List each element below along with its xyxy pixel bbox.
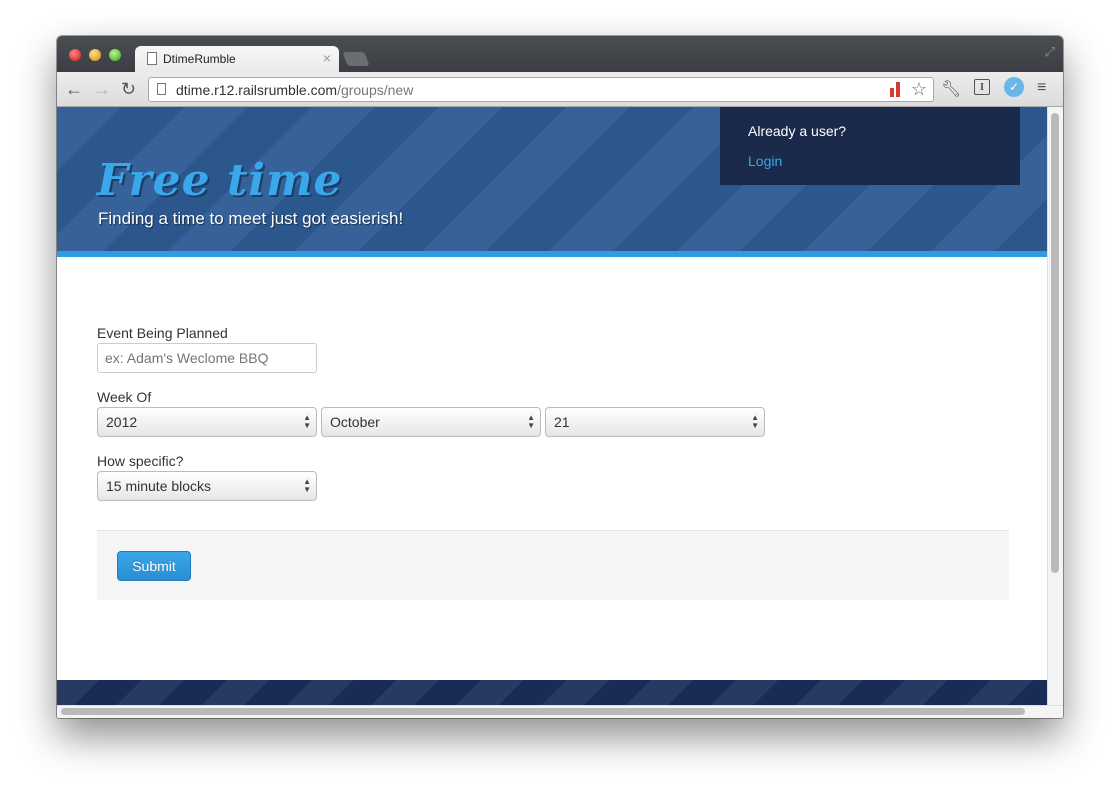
page-icon [147,52,157,65]
login-prompt: Already a user? [748,123,847,139]
event-label: Event Being Planned [97,325,228,341]
specific-select[interactable]: 15 minute blocks ▲ ▼ [97,471,317,501]
extension-icon[interactable]: ✓ [1004,77,1024,97]
month-value: October [330,414,380,430]
day-select[interactable]: 21 ▲ ▼ [545,407,765,437]
fullscreen-icon[interactable]: ⤢ [1045,44,1055,60]
vertical-scrollbar[interactable] [1047,107,1063,705]
tab-title: DtimeRumble [163,52,236,66]
specific-label: How specific? [97,453,184,469]
select-arrows-icon: ▲ ▼ [751,413,759,430]
login-link[interactable]: Login [748,153,782,169]
site-header: Free time Finding a time to meet just go… [57,107,1047,257]
page-icon [157,83,166,95]
year-select[interactable]: 2012 ▲ ▼ [97,407,317,437]
page-viewport: Free time Finding a time to meet just go… [57,107,1047,705]
address-bar[interactable]: dtime.r12.railsrumble.com/groups/new ☆ [148,77,934,102]
form-actions: Submit [97,530,1009,600]
site-logo[interactable]: Free time [97,155,343,206]
day-value: 21 [554,414,570,430]
tab-close-icon[interactable]: × [323,50,331,66]
url-text[interactable]: dtime.r12.railsrumble.com/groups/new [176,82,413,98]
vertical-scroll-thumb[interactable] [1051,113,1059,573]
year-value: 2012 [106,414,138,430]
reload-icon[interactable]: ↻ [121,79,136,100]
minimize-window-button[interactable] [89,49,101,61]
url-path: /groups/new [337,82,414,98]
week-label: Week Of [97,389,152,405]
horizontal-scroll-thumb[interactable] [61,708,1025,715]
horizontal-scrollbar[interactable] [57,705,1063,718]
forward-icon[interactable]: → [93,79,111,100]
menu-icon[interactable]: ≡ [1037,79,1046,97]
select-arrows-icon: ▲ ▼ [527,413,535,430]
bar-chart-icon[interactable] [890,82,902,97]
month-select[interactable]: October ▲ ▼ [321,407,541,437]
tagline: Finding a time to meet just got easieris… [98,209,404,228]
url-host: dtime.r12.railsrumble.com [176,82,338,98]
login-panel: Already a user? Login [720,107,1020,185]
browser-toolbar: ← → ↻ dtime.r12.railsrumble.com/groups/n… [57,72,1063,107]
browser-window: DtimeRumble × ⤢ ← → ↻ dtime.r12.railsrum… [57,36,1063,718]
select-arrows-icon: ▲ ▼ [303,413,311,430]
reader-icon[interactable]: I [974,79,990,95]
select-arrows-icon: ▲ ▼ [303,477,311,494]
close-window-button[interactable] [69,49,81,61]
tab-dtimerumble[interactable]: DtimeRumble × [135,46,339,73]
zoom-window-button[interactable] [109,49,121,61]
back-icon[interactable]: ← [65,79,83,100]
event-input[interactable] [97,343,317,373]
specific-value: 15 minute blocks [106,478,212,494]
submit-button[interactable]: Submit [117,551,191,581]
new-tab-button[interactable] [342,52,370,66]
star-icon[interactable]: ☆ [911,79,927,100]
site-footer [57,680,1047,705]
tab-strip: DtimeRumble × ⤢ [57,36,1063,73]
wrench-icon[interactable]: 🔧︎ [941,79,961,99]
